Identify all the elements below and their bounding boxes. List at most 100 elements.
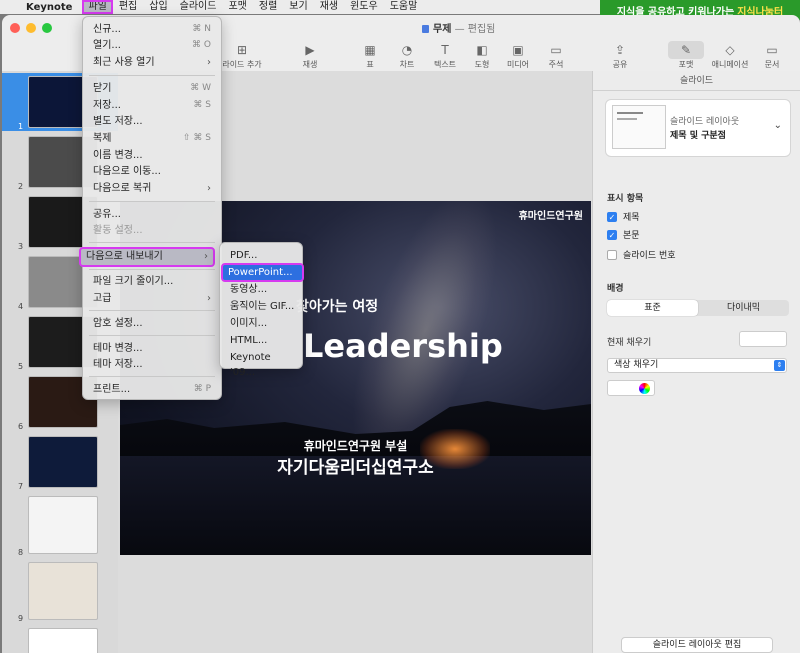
menu-item-print[interactable]: 프린트... ⌘ P [87,382,217,397]
menu-insert[interactable]: 삽입 [143,0,173,14]
menu-item-open-recent[interactable]: 최근 사용 열기 › [87,55,217,70]
window-title: 무제 — 편집됨 [422,20,495,35]
slide-number: 8 [18,548,24,557]
toolbar-label: 주석 [548,60,564,69]
menu-item-label: 다음으로 복귀 [93,183,152,194]
color-wheel-icon[interactable] [639,383,650,394]
menu-item-label: HTML... [230,335,268,346]
menu-item-change-theme[interactable]: 테마 변경... [87,341,217,356]
menu-item-rename[interactable]: 이름 변경... [87,148,217,163]
menu-item-save[interactable]: 저장... ⌘ S [87,98,217,113]
current-fill-label: 현재 채우기 [607,338,652,348]
menu-separator [89,201,215,202]
tab-standard[interactable]: 표준 [607,300,698,316]
slide-subtitle[interactable]: 찾아가는 여정 [296,296,378,316]
chevron-down-icon[interactable]: ⌄ [774,120,782,131]
slide-org-line1[interactable]: 휴마인드연구원 부설 [120,437,591,454]
checkbox-label: 제목 [623,213,640,223]
checkbox-slide-number[interactable]: 슬라이드 번호 [607,248,676,261]
document-button[interactable]: ▭ 문서 [750,41,794,70]
menu-item-label: PDF... [230,250,258,261]
edit-slide-layout-button[interactable]: 슬라이드 레이아웃 편집 [621,637,773,653]
checkmark-icon[interactable]: ✓ [607,229,617,240]
menu-item-revert-to[interactable]: 다음으로 복귀 › [87,181,217,196]
toolbar-label: 재생 [302,60,318,69]
menu-item-set-password[interactable]: 암호 설정... [87,316,217,331]
checkbox-title[interactable]: ✓ 제목 [607,210,640,223]
slide-thumbnail[interactable] [28,436,98,488]
fill-type-select[interactable]: 색상 채우기 ⇕ [607,358,787,373]
menu-shortcut: ⌘ S [193,100,211,110]
slide-org-line2[interactable]: 자기다움리더십연구소 [120,453,591,478]
menu-item-save-theme[interactable]: 테마 저장... [87,357,217,372]
slide-thumbnail[interactable] [28,628,98,653]
slide-thumb[interactable]: 9 [2,559,118,623]
export-movie[interactable]: 동영상... [224,282,298,297]
export-submenu: PDF... PowerPoint... 동영상... 움직이는 GIF... … [219,242,304,378]
menu-shortcut: ⌘ O [192,40,211,50]
share-icon: ⇪ [614,43,626,57]
layout-label: 슬라이드 레이아웃 [670,117,740,127]
menu-view[interactable]: 보기 [283,0,313,14]
share-button[interactable]: ⇪ 공유 [598,41,642,70]
export-animated-gif[interactable]: 움직이는 GIF... [224,299,298,314]
zoom-window-button[interactable] [42,23,52,33]
toolbar-label: 공유 [612,60,628,69]
menu-item-label: 움직이는 GIF... [230,301,295,312]
slide-thumb[interactable]: 7 [2,433,118,491]
slide-thumbnail[interactable] [28,562,98,620]
menu-edit[interactable]: 편집 [113,0,143,14]
menu-item-label: 활동 설정... [93,225,143,236]
close-window-button[interactable] [10,23,20,33]
menu-item-export-to[interactable]: 다음으로 내보내기 › [79,247,215,267]
chevron-updown-icon: ⇕ [774,360,785,371]
menu-play[interactable]: 재생 [314,0,344,14]
menu-item-duplicate[interactable]: 복제 ⇧ ⌘ S [87,131,217,146]
menu-item-label: 복제 [93,133,112,144]
menu-window[interactable]: 윈도우 [344,0,384,14]
current-fill-swatch[interactable] [739,331,787,347]
color-well[interactable] [607,380,655,396]
menu-item-save-as[interactable]: 별도 저장... [87,114,217,129]
menu-item-advanced[interactable]: 고급 › [87,291,217,306]
menu-item-new[interactable]: 신규... ⌘ N [87,22,217,37]
comment-button[interactable]: ▭ 주석 [534,41,578,70]
chevron-right-icon: › [207,293,211,304]
menu-slide[interactable]: 슬라이드 [174,0,223,14]
export-powerpoint[interactable]: PowerPoint... [221,263,304,282]
export-pdf[interactable]: PDF... [224,248,298,263]
slide-thumb[interactable] [2,625,118,653]
slide-thumb[interactable]: 8 [2,493,118,557]
slide-number: 6 [18,422,24,431]
menu-item-move-to[interactable]: 다음으로 이동... [87,164,217,179]
toolbar-label: 포맷 [678,60,694,69]
checkbox-body[interactable]: ✓ 본문 [607,228,640,241]
play-button[interactable]: ▶ 재생 [288,41,332,70]
layout-preview [612,105,666,149]
export-images[interactable]: 이미지... [224,316,298,331]
animate-button[interactable]: ◇ 애니메이션 [708,41,752,70]
format-button[interactable]: ✎ 포맷 [664,41,708,70]
plus-square-icon: ⊞ [236,43,248,57]
tab-dynamic[interactable]: 다이내믹 [698,300,789,316]
minimize-window-button[interactable] [26,23,36,33]
export-keynote-09[interactable]: Keynote '09... [224,350,298,378]
slide-number: 4 [18,302,24,311]
menu-arrange[interactable]: 정렬 [253,0,283,14]
menu-item-open[interactable]: 열기... ⌘ O [87,38,217,53]
add-slide-button[interactable]: ⊞ 라이드 추가 [220,41,264,70]
slide-layout-picker[interactable]: 슬라이드 레이아웃 제목 및 구분점 ⌄ [605,99,791,157]
checkmark-icon[interactable]: ✓ [607,211,617,222]
export-html[interactable]: HTML... [224,333,298,348]
checkbox-empty-icon[interactable] [607,249,617,260]
menu-item-reduce-file-size[interactable]: 파일 크기 줄이기... [87,274,217,289]
menu-item-share[interactable]: 공유... [87,207,217,222]
menu-format[interactable]: 포맷 [222,0,252,14]
menu-shortcut: ⇧ ⌘ S [183,133,211,143]
menu-help[interactable]: 도움말 [384,0,424,14]
app-menu[interactable]: Keynote [26,2,72,13]
slide-thumbnail[interactable] [28,496,98,554]
menu-item-close[interactable]: 닫기 ⌘ W [87,81,217,96]
slide-title[interactable]: Leadership [303,327,503,365]
menu-file[interactable]: 파일 [82,0,113,14]
